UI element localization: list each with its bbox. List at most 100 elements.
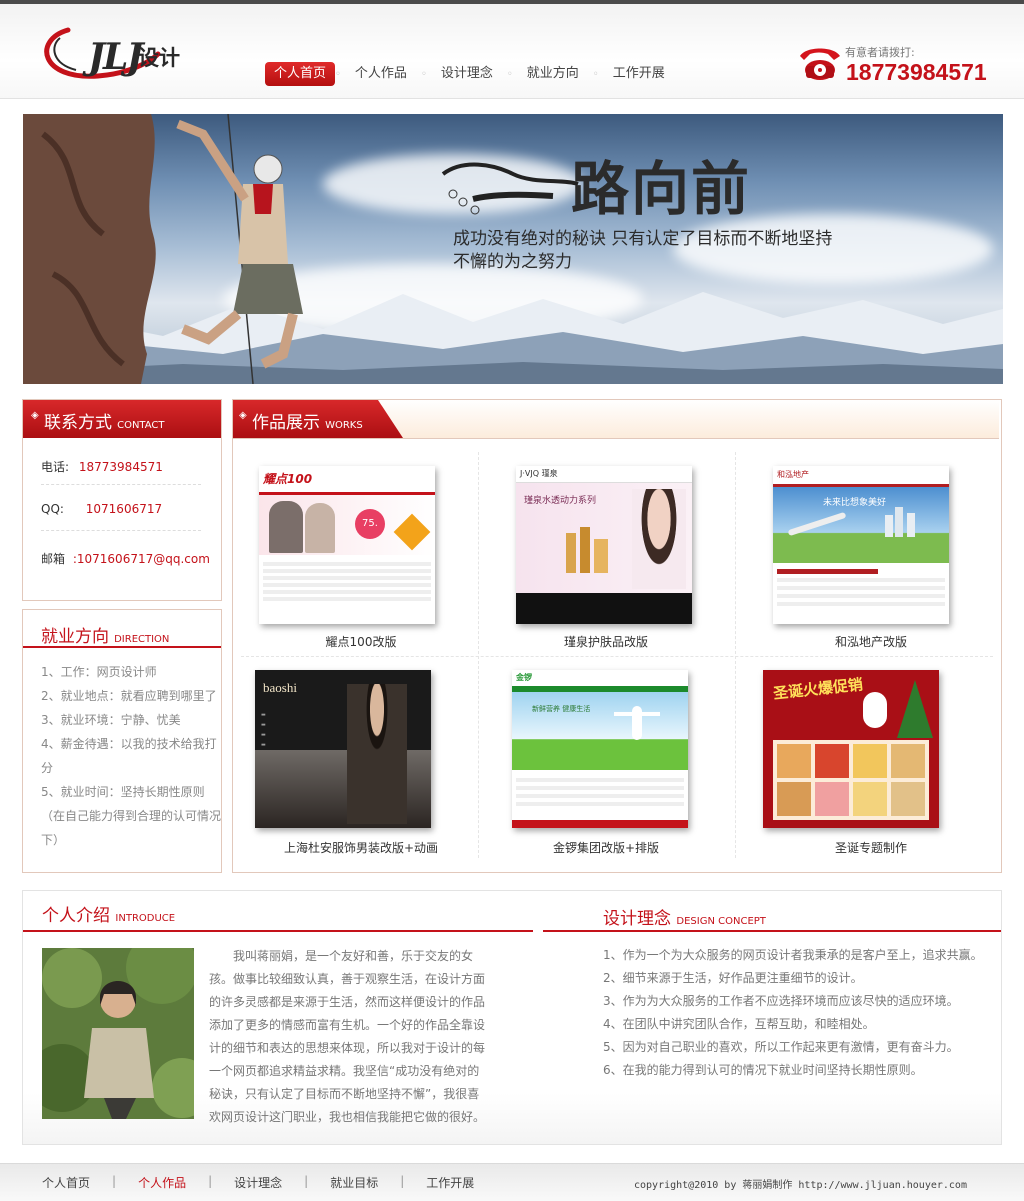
- contact-panel: ◈ 联系方式 CONTACT 电话: 18773984571 QQ: 10716…: [22, 399, 222, 601]
- works-title-tab: ◈ 作品展示 WORKS: [233, 400, 403, 438]
- work-thumbnail-baoshi[interactable]: baoshi ▬▬▬▬▬▬: [255, 670, 431, 828]
- contact-qq-label: QQ:: [41, 502, 64, 516]
- copyright-text: copyright@2010 by 蒋丽娟制作 http://www.jljua…: [634, 1180, 967, 1191]
- footer-separator: |: [304, 1174, 309, 1188]
- contact-qq-value[interactable]: 1071606717: [86, 502, 162, 516]
- direction-item: 1、工作：网页设计师: [41, 665, 157, 679]
- thumb-heading: 未来比想象美好: [823, 498, 887, 508]
- direction-title: 就业方向 DIRECTION: [41, 622, 169, 647]
- nav-works[interactable]: 个人作品: [341, 62, 421, 86]
- works-title: 作品展示 WORKS: [252, 408, 363, 433]
- direction-title-en: DIRECTION: [114, 634, 170, 645]
- introduce-title-zh: 个人介绍: [42, 906, 110, 926]
- diamond-bullet-icon: ◈: [31, 410, 39, 421]
- thumb-logo: J·VJQ 瑾泉: [520, 469, 558, 478]
- banner-subtitle: 成功没有绝对的秘诀 只有认定了目标而不断地坚持 不懈的为之努力: [453, 228, 873, 274]
- concept-item: 3、作为为大众服务的工作者不应选择环境而应该尽快的适应环境。: [603, 994, 959, 1008]
- grid-divider: [241, 656, 993, 657]
- climber-figure: [176, 114, 303, 384]
- concept-underline: [543, 930, 1001, 932]
- concept-list: 1、作为一个为大众服务的网页设计者我秉承的是客户至上，追求共赢。 2、细节来源于…: [603, 944, 993, 1082]
- concept-title-en: DESIGN CONCEPT: [676, 916, 766, 927]
- footer-separator: |: [112, 1174, 117, 1188]
- direction-underline: [23, 646, 221, 648]
- direction-panel: 就业方向 DIRECTION 1、工作：网页设计师 2、就业地点：就看应聘到哪里…: [22, 609, 222, 873]
- work-label[interactable]: 和泓地产改版: [743, 633, 999, 650]
- work-label[interactable]: 上海杜安服饰男装改版+动画: [233, 839, 489, 856]
- footer-link-home[interactable]: 个人首页: [42, 1174, 90, 1191]
- work-thumbnail-yaodian[interactable]: 耀点100 75.: [259, 466, 435, 624]
- work-label[interactable]: 瑾泉护肤品改版: [478, 633, 734, 650]
- direction-item: 3、就业环境：宁静、忧美: [41, 713, 181, 727]
- footer-nav: 个人首页 | 个人作品 | 设计理念 | 就业目标 | 工作开展: [42, 1174, 474, 1191]
- contact-title-en: CONTACT: [117, 420, 165, 431]
- main-nav: 个人首页 ◦ 个人作品 ◦ 设计理念 ◦ 就业方向 ◦ 工作开展: [265, 62, 679, 86]
- works-title-zh: 作品展示: [252, 413, 320, 433]
- concept-title-zh: 设计理念: [603, 909, 671, 929]
- concept-item: 1、作为一个为大众服务的网页设计者我秉承的是客户至上，追求共赢。: [603, 948, 983, 962]
- footer-link-concept[interactable]: 设计理念: [234, 1174, 282, 1191]
- logo-subtitle: 设计: [138, 46, 180, 70]
- contact-phone: 电话: 18773984571: [41, 458, 163, 475]
- direction-title-zh: 就业方向: [41, 627, 109, 647]
- introduce-text: 我叫蒋丽娟，是一个友好和善，乐于交友的女孩。做事比较细致认真，善于观察生活，在设…: [209, 949, 486, 1124]
- phone-label: 有意者请拨打:: [845, 46, 915, 59]
- footer-separator: |: [208, 1174, 213, 1188]
- contact-phone-value[interactable]: 18773984571: [79, 460, 163, 474]
- work-thumbnail-hehong[interactable]: 和泓地产 未来比想象美好: [773, 466, 949, 624]
- footer-link-works[interactable]: 个人作品: [138, 1174, 186, 1191]
- direction-item: 4、薪金待遇：以我的技术给我打分: [41, 737, 217, 775]
- work-label[interactable]: 圣诞专题制作: [743, 839, 999, 856]
- thumb-heading: 瑾泉水透动力系列: [524, 496, 597, 506]
- concept-title: 设计理念 DESIGN CONCEPT: [603, 904, 766, 929]
- direction-list: 1、工作：网页设计师 2、就业地点：就看应聘到哪里了 3、就业环境：宁静、忧美 …: [41, 660, 221, 852]
- banner-subtitle-line2: 不懈的为之努力: [453, 252, 572, 272]
- contact-email-label: 邮箱: [41, 552, 66, 566]
- nav-concept[interactable]: 设计理念: [427, 62, 507, 86]
- works-panel: ◈ 作品展示 WORKS 耀点100 75. 耀点100改版 J·VJQ 瑾泉 …: [232, 399, 1002, 873]
- contact-title: 联系方式 CONTACT: [44, 408, 165, 433]
- nav-direction[interactable]: 就业方向: [513, 62, 593, 86]
- telephone-icon: [800, 48, 840, 80]
- introduce-title: 个人介绍 INTRODUCE: [42, 901, 175, 926]
- contact-header: ◈ 联系方式 CONTACT: [23, 400, 221, 438]
- site-footer: 个人首页 | 个人作品 | 设计理念 | 就业目标 | 工作开展 copyrig…: [0, 1163, 1024, 1201]
- concept-item: 6、在我的能力得到认可的情况下就业时间坚持长期性原则。: [603, 1063, 923, 1077]
- footer-link-goals[interactable]: 就业目标: [330, 1174, 378, 1191]
- thumb-logo: baoshi: [263, 680, 297, 695]
- contact-email: 邮箱 :1071606717@qq.com: [41, 550, 210, 567]
- thumb-logo: 和泓地产: [777, 470, 809, 479]
- work-thumbnail-christmas[interactable]: 圣诞火爆促销: [763, 670, 939, 828]
- works-header: ◈ 作品展示 WORKS: [233, 400, 999, 438]
- work-label[interactable]: 耀点100改版: [233, 633, 489, 650]
- thumb-logo: 耀点100: [263, 472, 313, 486]
- concept-item: 2、细节来源于生活，好作品更注重细节的设计。: [603, 971, 863, 985]
- footer-link-work-progress[interactable]: 工作开展: [426, 1174, 474, 1191]
- site-header: JLJ 设计 个人首页 ◦ 个人作品 ◦ 设计理念 ◦ 就业方向 ◦ 工作开展 …: [0, 4, 1024, 99]
- contact-email-value[interactable]: :1071606717@qq.com: [73, 552, 210, 566]
- works-title-en: WORKS: [325, 420, 363, 431]
- concept-item: 5、因为对自己职业的喜欢，所以工作起来更有激情，更有奋斗力。: [603, 1040, 959, 1054]
- divider: [41, 530, 201, 531]
- intro-section: 个人介绍 INTRODUCE 我叫蒋丽娟，是一个友好和善，乐于交友的女孩。做事比…: [22, 890, 1002, 1145]
- logo[interactable]: JLJ 设计: [38, 18, 198, 88]
- direction-item: 5、就业时间：坚持长期性原则（在自己能力得到合理的认可情况下）: [41, 785, 222, 847]
- work-thumbnail-jinquan[interactable]: J·VJQ 瑾泉 瑾泉水透动力系列: [516, 466, 692, 624]
- contact-qq: QQ: 1071606717: [41, 502, 162, 516]
- direction-item: 2、就业地点：就看应聘到哪里了: [41, 689, 217, 703]
- banner-title: 路向前: [571, 155, 752, 223]
- logo-text: JLJ: [88, 36, 143, 78]
- banner-subtitle-line1: 成功没有绝对的秘诀 只有认定了目标而不断地坚持: [453, 229, 833, 249]
- work-thumbnail-jinluo[interactable]: 金锣 新鲜营养 健康生活: [512, 670, 688, 828]
- grid-divider: [735, 452, 736, 858]
- introduce-underline: [23, 930, 533, 932]
- work-label[interactable]: 金锣集团改版+排版: [478, 839, 734, 856]
- hero-banner: 路向前 成功没有绝对的秘诀 只有认定了目标而不断地坚持 不懈的为之努力: [23, 114, 1003, 384]
- footer-separator: |: [400, 1174, 405, 1188]
- diamond-bullet-icon: ◈: [239, 410, 247, 421]
- concept-item: 4、在团队中讲究团队合作，互帮互助，和睦相处。: [603, 1017, 875, 1031]
- nav-work-progress[interactable]: 工作开展: [599, 62, 679, 86]
- thumb-logo: 金锣: [516, 673, 532, 682]
- thumb-heading: 圣诞火爆促销: [772, 675, 864, 703]
- nav-home[interactable]: 个人首页: [265, 62, 336, 86]
